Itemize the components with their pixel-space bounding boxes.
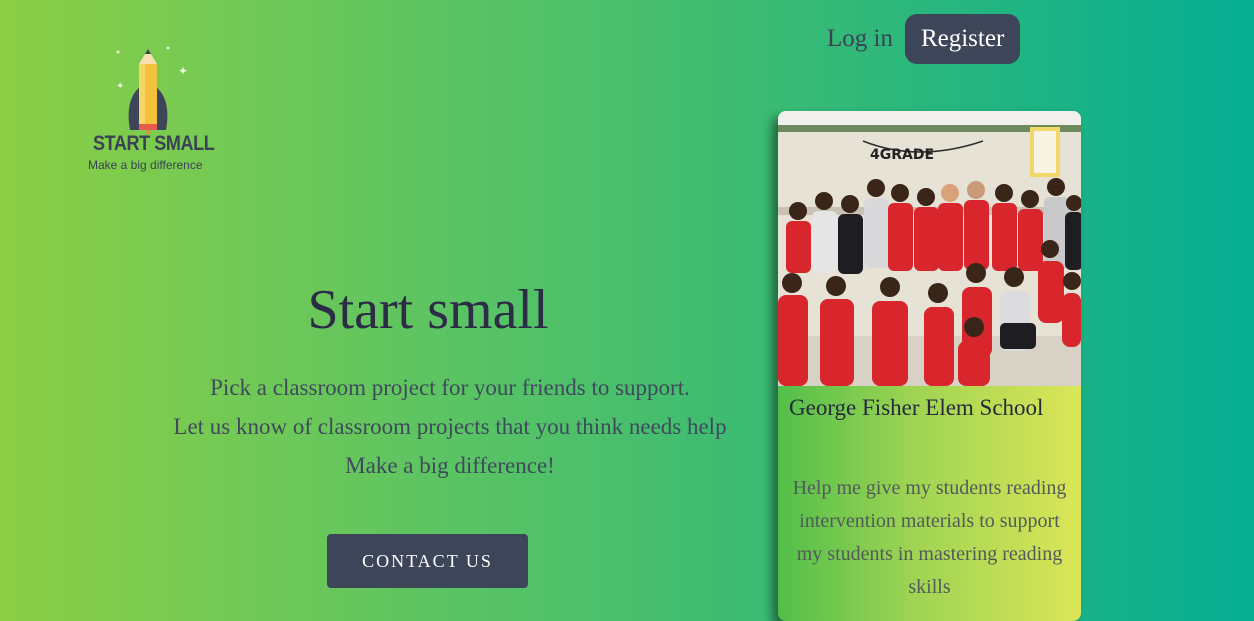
register-button[interactable]: Register (904, 14, 1021, 64)
hero-line: Pick a classroom project for your friend… (210, 375, 690, 400)
logo-tagline: Make a big difference (88, 158, 203, 172)
login-link[interactable]: Log in (827, 25, 893, 53)
hero-description: Pick a classroom project for your friend… (0, 368, 900, 485)
rocket-pencil-icon: ✦ ✦ (116, 46, 188, 134)
top-nav: Log in Register (827, 14, 1021, 64)
grade-banner: 4GRADE (870, 147, 934, 163)
logo-name: START SMALL (93, 132, 215, 155)
hero-line: Make a big difference! (345, 453, 555, 478)
svg-text:✦: ✦ (178, 64, 188, 78)
project-card[interactable]: 4GRADE George Fisher Elem School Help me… (778, 111, 1081, 621)
classroom-photo: 4GRADE (778, 111, 1081, 386)
project-description: Help me give my students reading interve… (792, 477, 1067, 598)
school-name: George Fisher Elem School (789, 395, 1044, 420)
contact-us-button[interactable]: CONTACT US (327, 534, 528, 588)
site-logo[interactable]: ✦ ✦ START SMALL Make a big difference (86, 44, 215, 174)
hero-line: Let us know of classroom projects that y… (173, 414, 727, 439)
hero-title: Start small (307, 279, 549, 341)
svg-text:✦: ✦ (116, 81, 124, 92)
